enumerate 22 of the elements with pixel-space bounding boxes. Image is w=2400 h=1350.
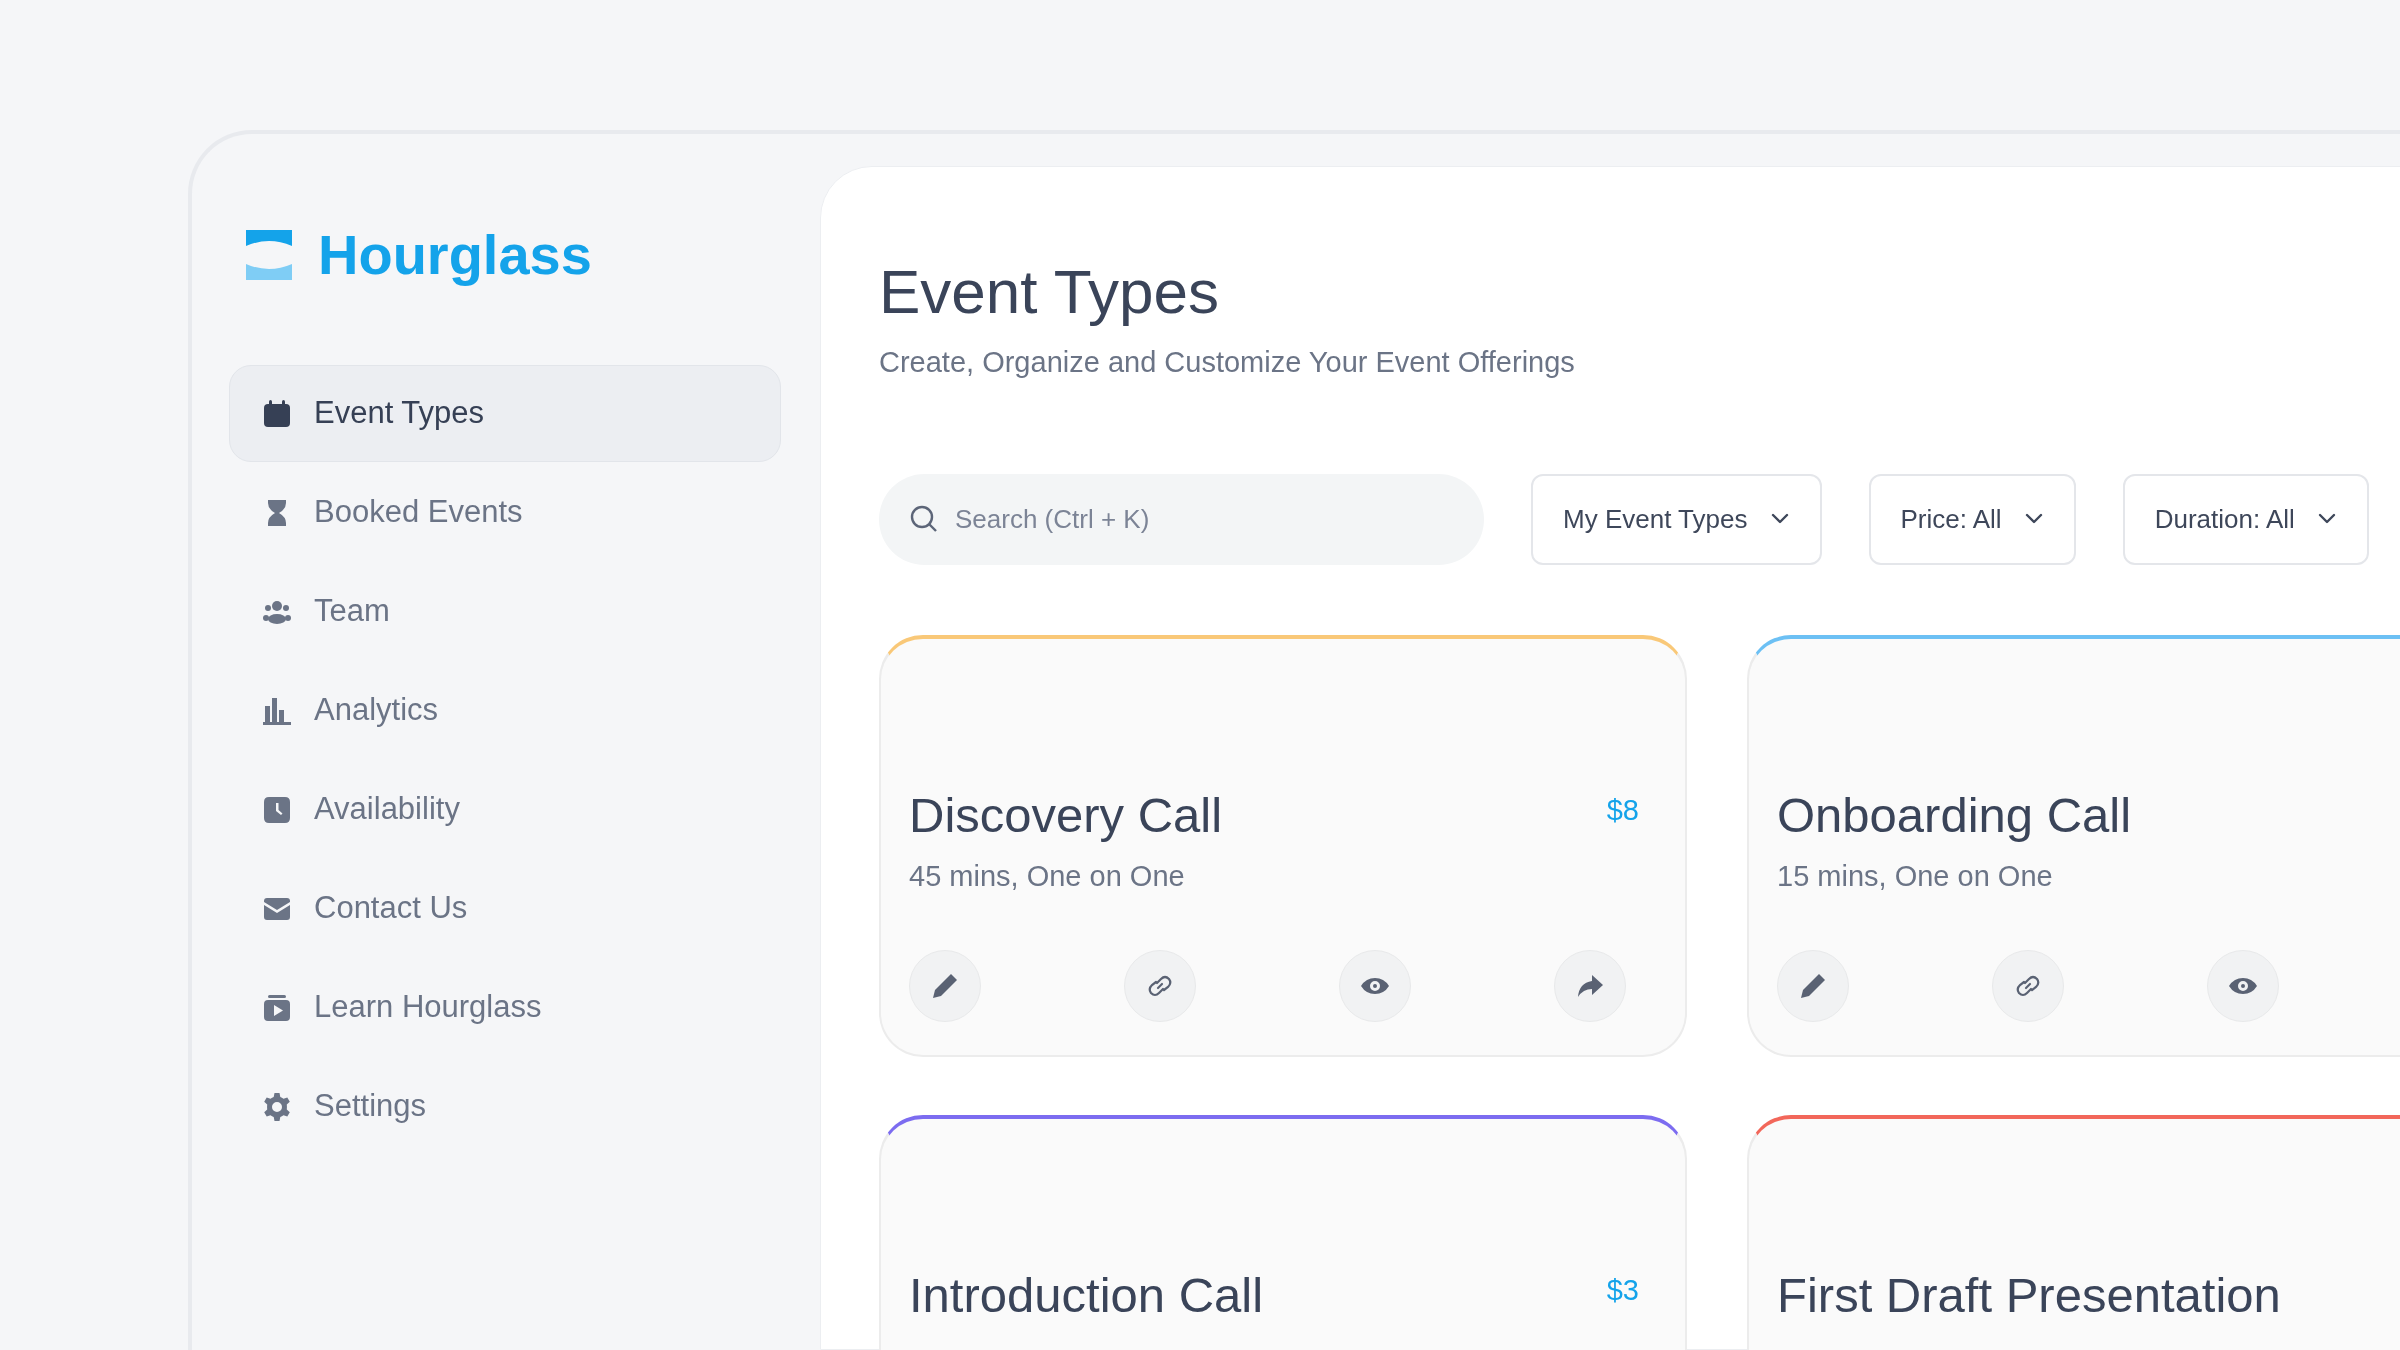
page-subtitle: Create, Organize and Customize Your Event Offerings — [879, 345, 1576, 381]
filter-dropdown[interactable]: Price: All — [1868, 473, 2076, 565]
sidebar-item[interactable]: Contact Us — [229, 860, 781, 957]
card-price: $3 — [1606, 1272, 1639, 1308]
sidebar-item[interactable]: Settings — [229, 1058, 781, 1155]
sidebar-item[interactable]: Analytics — [229, 662, 781, 759]
card-details: 45 mins, One on One — [909, 858, 1186, 894]
card-title: First Draft Presentation — [1777, 1268, 2281, 1323]
sidebar-item[interactable]: Booked Events — [229, 464, 781, 561]
filter-dropdown[interactable]: Duration: All — [2122, 473, 2369, 565]
page-title: Event Types — [879, 256, 1221, 328]
card-details: 15 mins, One on One — [1777, 858, 2054, 894]
card-title: Discovery Call — [909, 788, 1223, 843]
sidebar-item[interactable]: Event Types — [229, 365, 781, 462]
card-price: $8 — [1606, 792, 1639, 828]
sidebar-item[interactable]: Availability — [229, 761, 781, 858]
filter-dropdown[interactable]: My Event Types — [1531, 473, 1822, 565]
search-field[interactable]: Search (Ctrl + K) — [879, 473, 1484, 565]
sidebar-item[interactable]: Team — [229, 563, 781, 660]
card-title: Introduction Call — [909, 1268, 1264, 1323]
sidebar-item[interactable]: Learn Hourglass — [229, 959, 781, 1056]
card-title: Onboarding Call — [1777, 788, 2132, 843]
